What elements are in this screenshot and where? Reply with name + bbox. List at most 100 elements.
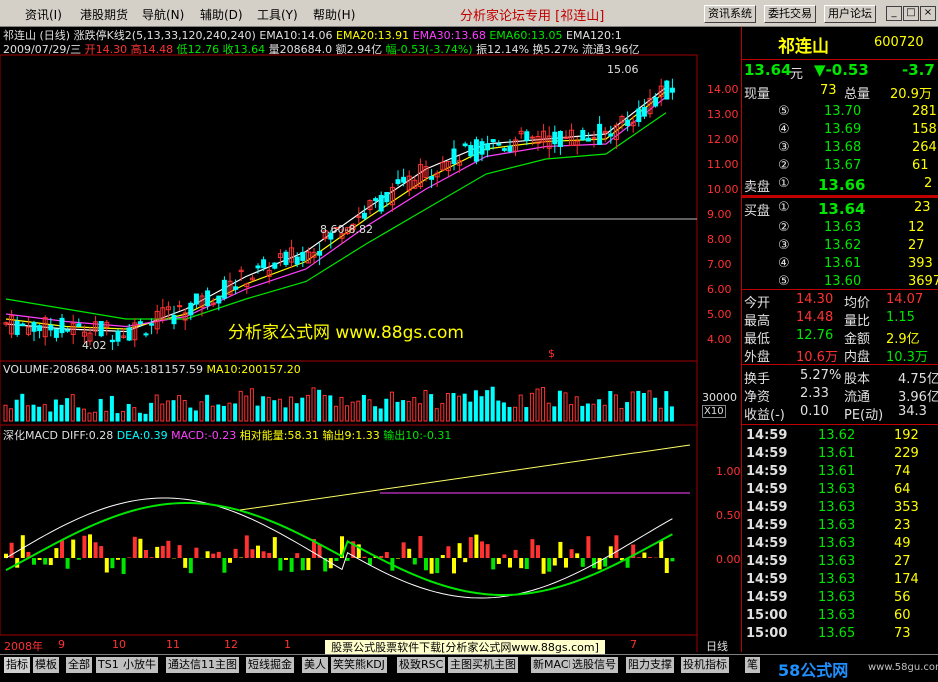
volume-bar (430, 395, 433, 421)
chart-area[interactable]: 祁连山 (日线) 涨跌停K线2(5,13,33,120,240,240) EMA… (0, 27, 697, 652)
volume-bar (486, 391, 489, 421)
volume-bar (88, 413, 91, 421)
macd-bar (166, 541, 170, 558)
macd-bar (575, 553, 579, 558)
trend-line (240, 445, 690, 510)
volume-bar (458, 396, 461, 421)
indicator-tab[interactable]: 短线掘金 (246, 657, 294, 673)
price-tick: 12.00 (707, 133, 739, 146)
menu-info[interactable]: 资讯(I) (25, 6, 62, 23)
volume-bar (547, 403, 550, 421)
indicator-tab[interactable]: 投机指标 (681, 657, 729, 673)
order-index: ④ (778, 122, 790, 137)
minimize-button[interactable]: _ (886, 6, 902, 21)
tick-row: 14:5913.6349 (742, 535, 938, 553)
menu-assist[interactable]: 辅助(D) (200, 6, 243, 23)
indicator-tab[interactable]: 通达信11主图 (166, 657, 239, 673)
volume-bar (581, 406, 584, 421)
fin-row: 收益(-)0.10PE(动)34.3 (742, 403, 938, 421)
menu-navigate[interactable]: 导航(N) (142, 6, 184, 23)
forum-button[interactable]: 用户论坛 (824, 5, 876, 23)
tick-price: 13.61 (818, 464, 855, 479)
macd-bar (525, 558, 529, 569)
buy-1-idx: ① (778, 200, 790, 215)
volume-bar (178, 396, 181, 421)
macd-bar (71, 540, 75, 558)
volume-bar (598, 400, 601, 421)
indicator-tab[interactable]: 美人 (302, 657, 328, 673)
menu-help[interactable]: 帮助(H) (313, 6, 355, 23)
divider (742, 364, 938, 365)
macd-header: 深化MACD DIFF:0.28 DEA:0.39 MACD:-0.23 相对能… (3, 427, 451, 443)
order-volume: 27 (908, 238, 925, 253)
time-tick: 2008年 (4, 638, 43, 654)
macd-bar (441, 555, 445, 558)
float-label: 流通3.96亿 (582, 43, 640, 56)
candle-body (32, 322, 36, 331)
price-tick: 4.00 (707, 333, 732, 346)
tick-time: 14:59 (746, 590, 787, 605)
volume-bar (49, 412, 52, 421)
time-tick: 1 (284, 638, 291, 651)
volume-bar (32, 405, 35, 421)
indicator-tab[interactable]: 选股信号 (570, 657, 618, 673)
buy-order-row: ②13.6312 (742, 219, 938, 237)
indicator-tab[interactable]: 笔 (745, 657, 760, 673)
macd-name: 深化MACD (3, 429, 58, 442)
tick-volume: 73 (894, 626, 911, 641)
indicator-tab[interactable]: 模板 (33, 657, 59, 673)
indicator-tab[interactable]: TS1 (96, 657, 121, 673)
brand-logo: 58公式网 (778, 657, 848, 681)
macd-bar (570, 549, 574, 558)
order-volume: 12 (908, 220, 925, 235)
order-index: ③ (778, 238, 790, 253)
buy-1-vol: 23 (914, 200, 931, 215)
indicator-tab[interactable]: 小放牛 (121, 657, 158, 673)
macd-bar (99, 546, 103, 558)
volume-bar (161, 404, 164, 421)
order-price: 13.70 (824, 104, 861, 119)
info-system-button[interactable]: 资讯系统 (704, 5, 756, 23)
period-label[interactable]: 日线 (706, 638, 728, 654)
macd-bar (558, 542, 562, 558)
macd-bar (514, 550, 518, 558)
macd-bar (206, 551, 210, 558)
volume-bar (105, 411, 108, 421)
stat-row: 外盘10.6万内盘10.3万 (742, 345, 938, 363)
candle-body (385, 193, 389, 202)
indicator-tab[interactable]: 主图买机主图 (448, 657, 518, 673)
menu-hk-futures[interactable]: 港股期货 (80, 6, 128, 23)
sell-order-row: ②13.6761 (742, 157, 938, 175)
order-volume: 281 (912, 104, 937, 119)
volume-bar (200, 402, 203, 421)
indicator-tab[interactable]: 阻力支撑 (626, 657, 674, 673)
volume-bar (508, 407, 511, 421)
volume-bar (290, 397, 293, 421)
volume-bar (133, 408, 136, 421)
price-tick: 11.00 (707, 158, 739, 171)
macd-bar (49, 558, 53, 565)
macd-bar (122, 558, 126, 574)
order-price: 13.63 (824, 220, 861, 235)
candle-body (396, 180, 400, 184)
indicator-tab[interactable]: 极致RSC (397, 657, 445, 673)
volume-bar (542, 387, 545, 421)
volume-bar (446, 393, 449, 421)
maximize-button[interactable]: □ (903, 6, 919, 21)
price-tick: 6.00 (707, 283, 732, 296)
volume-bar (43, 405, 46, 421)
close-button[interactable]: × (920, 6, 936, 21)
volume-bar (396, 402, 399, 421)
buy-label: 买盘 (744, 200, 770, 219)
candle-body (553, 132, 557, 143)
zongliang-label: 总量 (844, 83, 870, 102)
indicator-tab[interactable]: 指标 (4, 657, 30, 673)
volume-bar (273, 401, 276, 421)
indicator-tab[interactable]: 笑笑熊KDJ (331, 657, 387, 673)
macd-bar (502, 554, 506, 558)
order-price: 13.68 (824, 140, 861, 155)
indicator-tab[interactable]: 全部 (66, 657, 92, 673)
trade-button[interactable]: 委托交易 (764, 5, 816, 23)
volume-value: VOLUME:208684.00 (3, 363, 112, 376)
menu-tools[interactable]: 工具(Y) (257, 6, 298, 23)
